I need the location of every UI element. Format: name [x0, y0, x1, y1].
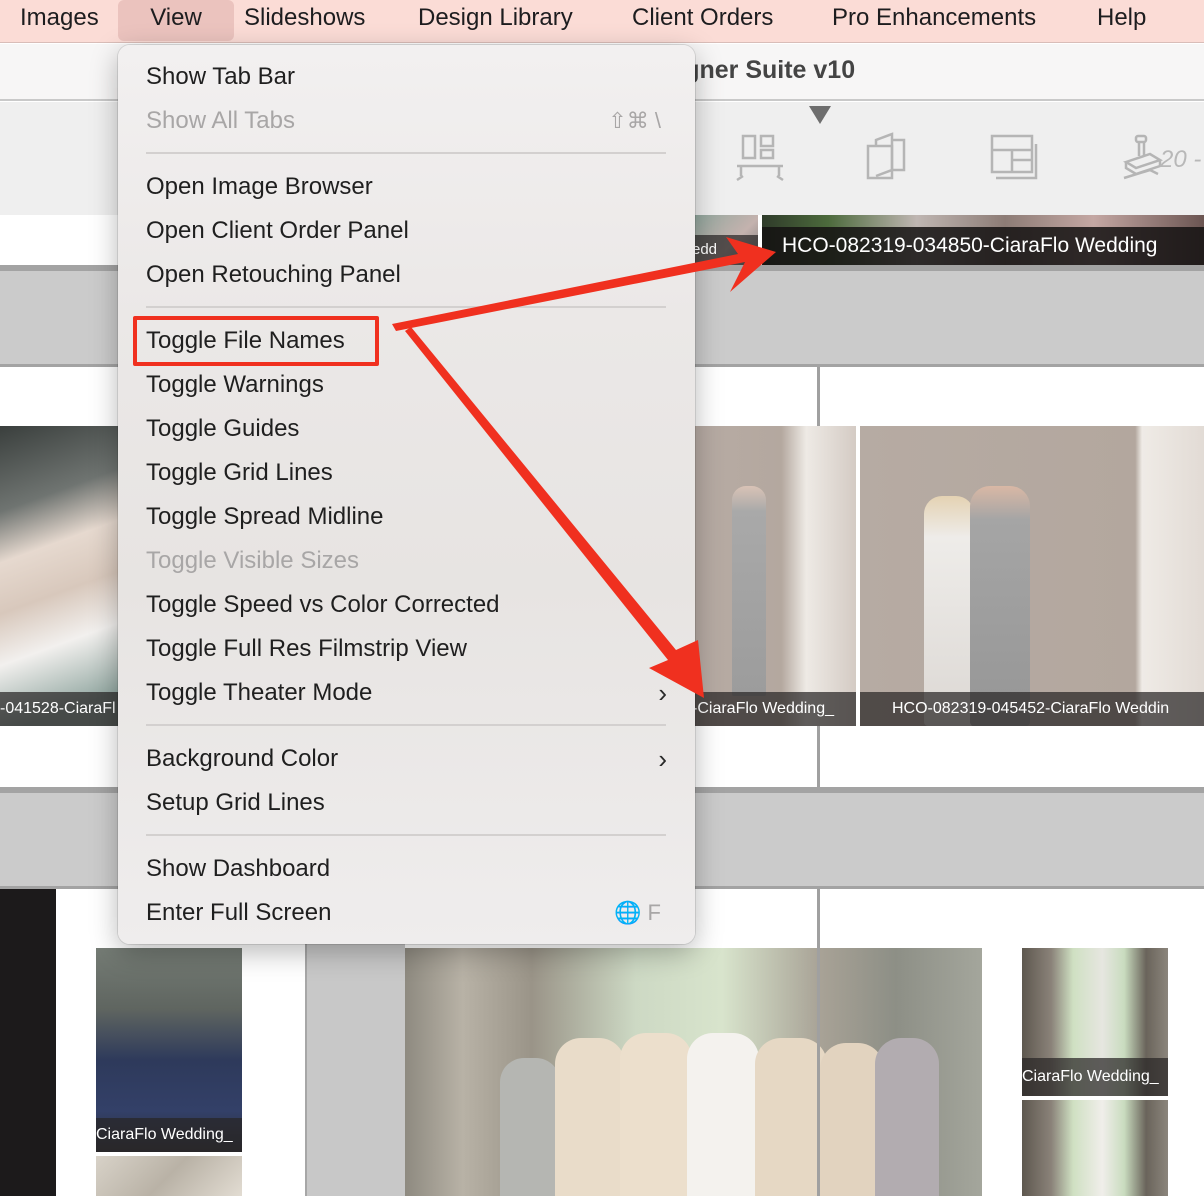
photo-figure — [500, 1058, 560, 1196]
menu-slideshows[interactable]: Slideshows — [244, 0, 365, 43]
menu-item-open-client-order-panel[interactable]: Open Client Order Panel — [146, 214, 409, 248]
view-menu-dropdown: Show Tab Bar Show All Tabs ⇧⌘ \ Open Ima… — [118, 45, 695, 944]
menu-item-toggle-spread-midline[interactable]: Toggle Spread Midline — [146, 500, 383, 534]
photo-thumbnail[interactable]: edd — [690, 215, 758, 265]
menu-images[interactable]: Images — [20, 0, 99, 43]
template-layout-icon[interactable] — [990, 132, 1040, 184]
menu-separator — [146, 724, 666, 726]
menu-separator — [146, 306, 666, 308]
menu-item-toggle-guides[interactable]: Toggle Guides — [146, 412, 299, 446]
menu-bar: Images View Slideshows Design Library Cl… — [0, 0, 1204, 43]
menu-design-library[interactable]: Design Library — [418, 0, 573, 43]
photo-bridal-party[interactable] — [405, 948, 982, 1196]
photo-figure — [620, 1033, 692, 1196]
menu-item-setup-grid-lines[interactable]: Setup Grid Lines — [146, 786, 325, 820]
menu-item-enter-full-screen[interactable]: Enter Full Screen — [146, 896, 331, 930]
menu-item-toggle-warnings[interactable]: Toggle Warnings — [146, 368, 324, 402]
photo-figure — [732, 486, 766, 696]
file-name-caption: CiaraFlo Wedding_ — [96, 1118, 242, 1152]
menu-item-toggle-theater-mode[interactable]: Toggle Theater Mode — [146, 676, 372, 710]
menu-client-orders[interactable]: Client Orders — [632, 0, 773, 43]
file-name-caption: edd — [690, 235, 758, 265]
menu-view[interactable]: View — [118, 0, 234, 41]
menu-separator — [146, 834, 666, 836]
menu-item-show-all-tabs: Show All Tabs — [146, 107, 295, 134]
chevron-right-icon: › — [658, 678, 667, 708]
file-name-caption: HCO-082319-045452-CiaraFlo Weddin — [860, 692, 1204, 726]
menu-separator — [146, 152, 666, 154]
annotation-highlight-box — [133, 316, 379, 366]
page-count-readout: 20 - — [1160, 146, 1202, 173]
file-name-caption: -041528-CiaraFl — [0, 692, 118, 726]
shortcut-shift-cmd-backslash: ⇧⌘ \ — [608, 108, 661, 133]
photo-father-waiting[interactable]: -CiaraFlo Wedding_ — [690, 426, 856, 726]
photo-figure — [687, 1033, 759, 1196]
photo-figure — [970, 486, 1030, 726]
menu-item-show-tab-bar[interactable]: Show Tab Bar — [146, 60, 295, 94]
photo-bride-portico[interactable] — [1022, 1100, 1168, 1196]
photo-bride-flowergirl[interactable]: CiaraFlo Wedding_ — [1022, 948, 1168, 1096]
file-name-caption: -CiaraFlo Wedding_ — [690, 692, 856, 726]
photo-dark-edge — [0, 889, 56, 1196]
menu-item-open-retouching-panel[interactable]: Open Retouching Panel — [146, 258, 401, 292]
photo-bride-portrait[interactable]: -041528-CiaraFl — [0, 426, 118, 726]
pages-icon[interactable] — [862, 132, 912, 184]
spread-midline — [817, 889, 820, 1196]
menu-pro-enhancements[interactable]: Pro Enhancements — [832, 0, 1036, 43]
shortcut-globe-f: 🌐 F — [614, 900, 661, 925]
menu-help[interactable]: Help — [1097, 0, 1146, 43]
menu-item-toggle-visible-sizes: Toggle Visible Sizes — [146, 547, 360, 574]
spread-layout-icon[interactable] — [735, 132, 785, 184]
photo-groom-reading[interactable]: CiaraFlo Wedding_ — [96, 948, 242, 1152]
menu-item-toggle-full-res-filmstrip[interactable]: Toggle Full Res Filmstrip View — [146, 632, 467, 666]
file-name-caption: CiaraFlo Wedding_ — [1022, 1058, 1168, 1096]
photo-figure — [555, 1038, 625, 1196]
file-name-caption: HCO-082319-034850-CiaraFlo Wedding — [762, 227, 1204, 265]
photo-figure — [875, 1038, 939, 1196]
menu-item-background-color[interactable]: Background Color — [146, 742, 338, 776]
toolbar-indicator-icon — [809, 106, 831, 124]
menu-item-toggle-speed-vs-color[interactable]: Toggle Speed vs Color Corrected — [146, 588, 500, 622]
menu-item-toggle-grid-lines[interactable]: Toggle Grid Lines — [146, 456, 333, 490]
menu-item-open-image-browser[interactable]: Open Image Browser — [146, 170, 373, 204]
photo-father-daughter-hug[interactable]: HCO-082319-045452-CiaraFlo Weddin — [860, 426, 1204, 726]
photo-thumbnail[interactable]: HCO-082319-034850-CiaraFlo Wedding — [762, 215, 1204, 265]
photo-thumbnail[interactable] — [96, 1156, 242, 1196]
menu-item-show-dashboard[interactable]: Show Dashboard — [146, 852, 330, 886]
chevron-right-icon: › — [658, 744, 667, 774]
